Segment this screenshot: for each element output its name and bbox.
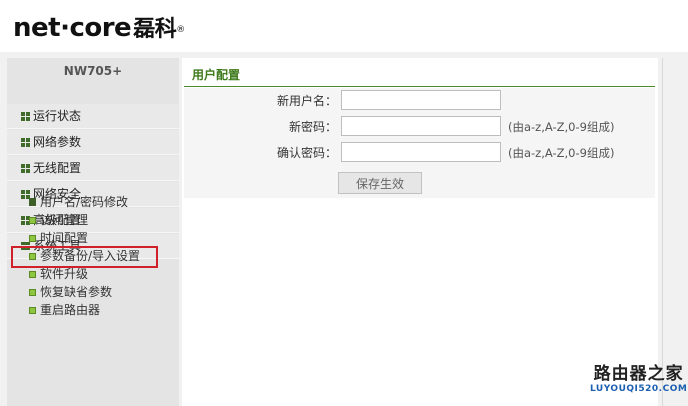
bullet-icon — [29, 289, 36, 296]
watermark-cn: 路由器之家 — [593, 364, 684, 384]
submenu-item-label: 软件升级 — [40, 267, 89, 281]
sidebar-item-status[interactable]: 运行状态 — [7, 104, 179, 129]
bullet-icon — [29, 307, 36, 314]
grid-icon — [21, 138, 30, 147]
bullet-icon — [29, 271, 36, 278]
title-divider — [184, 86, 655, 87]
header-bar: net·core磊科® — [0, 0, 688, 52]
password-hint: (由a-z,A-Z,0-9组成) — [508, 120, 615, 134]
device-model: NW705+ — [63, 64, 123, 78]
page-title: 用户配置 — [192, 68, 241, 82]
sidebar-item-label: 无线配置 — [33, 161, 82, 175]
logo-cn: 磊科 — [133, 17, 177, 42]
submenu-item-user-password[interactable]: 用户名/密码修改 — [29, 193, 169, 211]
panel-border — [662, 58, 663, 406]
confirm-password-hint: (由a-z,A-Z,0-9组成) — [508, 146, 615, 160]
grid-icon — [21, 164, 30, 173]
annotation-highlight-box — [11, 246, 158, 268]
bullet-icon — [29, 217, 36, 224]
form-row-confirm-password: 确认密码： (由a-z,A-Z,0-9组成) — [184, 140, 655, 166]
confirm-password-input[interactable] — [341, 142, 501, 162]
submenu-item-factory-reset[interactable]: 恢复缺省参数 — [29, 283, 169, 301]
username-label: 新用户名： — [276, 94, 337, 108]
new-password-input[interactable] — [341, 116, 501, 136]
save-button[interactable]: 保存生效 — [338, 172, 422, 194]
submenu-item-label: 恢复缺省参数 — [40, 285, 113, 299]
site-watermark: 路由器之家 LUYOUQI520.COM — [590, 366, 687, 394]
watermark-en: LUYOUQI520.COM — [590, 384, 688, 394]
confirm-password-label: 确认密码： — [276, 146, 337, 160]
form-row-username: 新用户名： — [184, 88, 655, 114]
submenu-item-label: 重启路由器 — [40, 303, 101, 317]
bullet-icon — [29, 235, 36, 242]
sidebar-item-label: 网络参数 — [33, 135, 82, 149]
password-label: 新密码： — [288, 120, 337, 134]
sidebar-item-label: 运行状态 — [33, 109, 82, 123]
new-username-input[interactable] — [341, 90, 501, 110]
netcore-logo: net·core磊科® — [13, 12, 185, 46]
sidebar-item-wireless[interactable]: 无线配置 — [7, 156, 179, 181]
sidebar-item-network[interactable]: 网络参数 — [7, 130, 179, 155]
registered-mark: ® — [176, 25, 185, 35]
main-panel: 用户配置 新用户名： 新密码： (由a-z,A-Z,0-9组成) 确认密码： (… — [182, 58, 658, 406]
submenu-item-reboot[interactable]: 重启路由器 — [29, 301, 169, 319]
submenu-item-label: 访问管理 — [40, 213, 89, 227]
submenu-item-label: 用户名/密码修改 — [40, 195, 129, 209]
submenu-item-label: 时间配置 — [40, 231, 89, 245]
submenu-item-time-config[interactable]: 时间配置 — [29, 229, 169, 247]
submenu-item-access-management[interactable]: 访问管理 — [29, 211, 169, 229]
logo-en: net·core — [13, 13, 132, 43]
grid-icon — [21, 112, 30, 121]
bullet-icon — [29, 198, 36, 206]
form-row-password: 新密码： (由a-z,A-Z,0-9组成) — [184, 114, 655, 140]
